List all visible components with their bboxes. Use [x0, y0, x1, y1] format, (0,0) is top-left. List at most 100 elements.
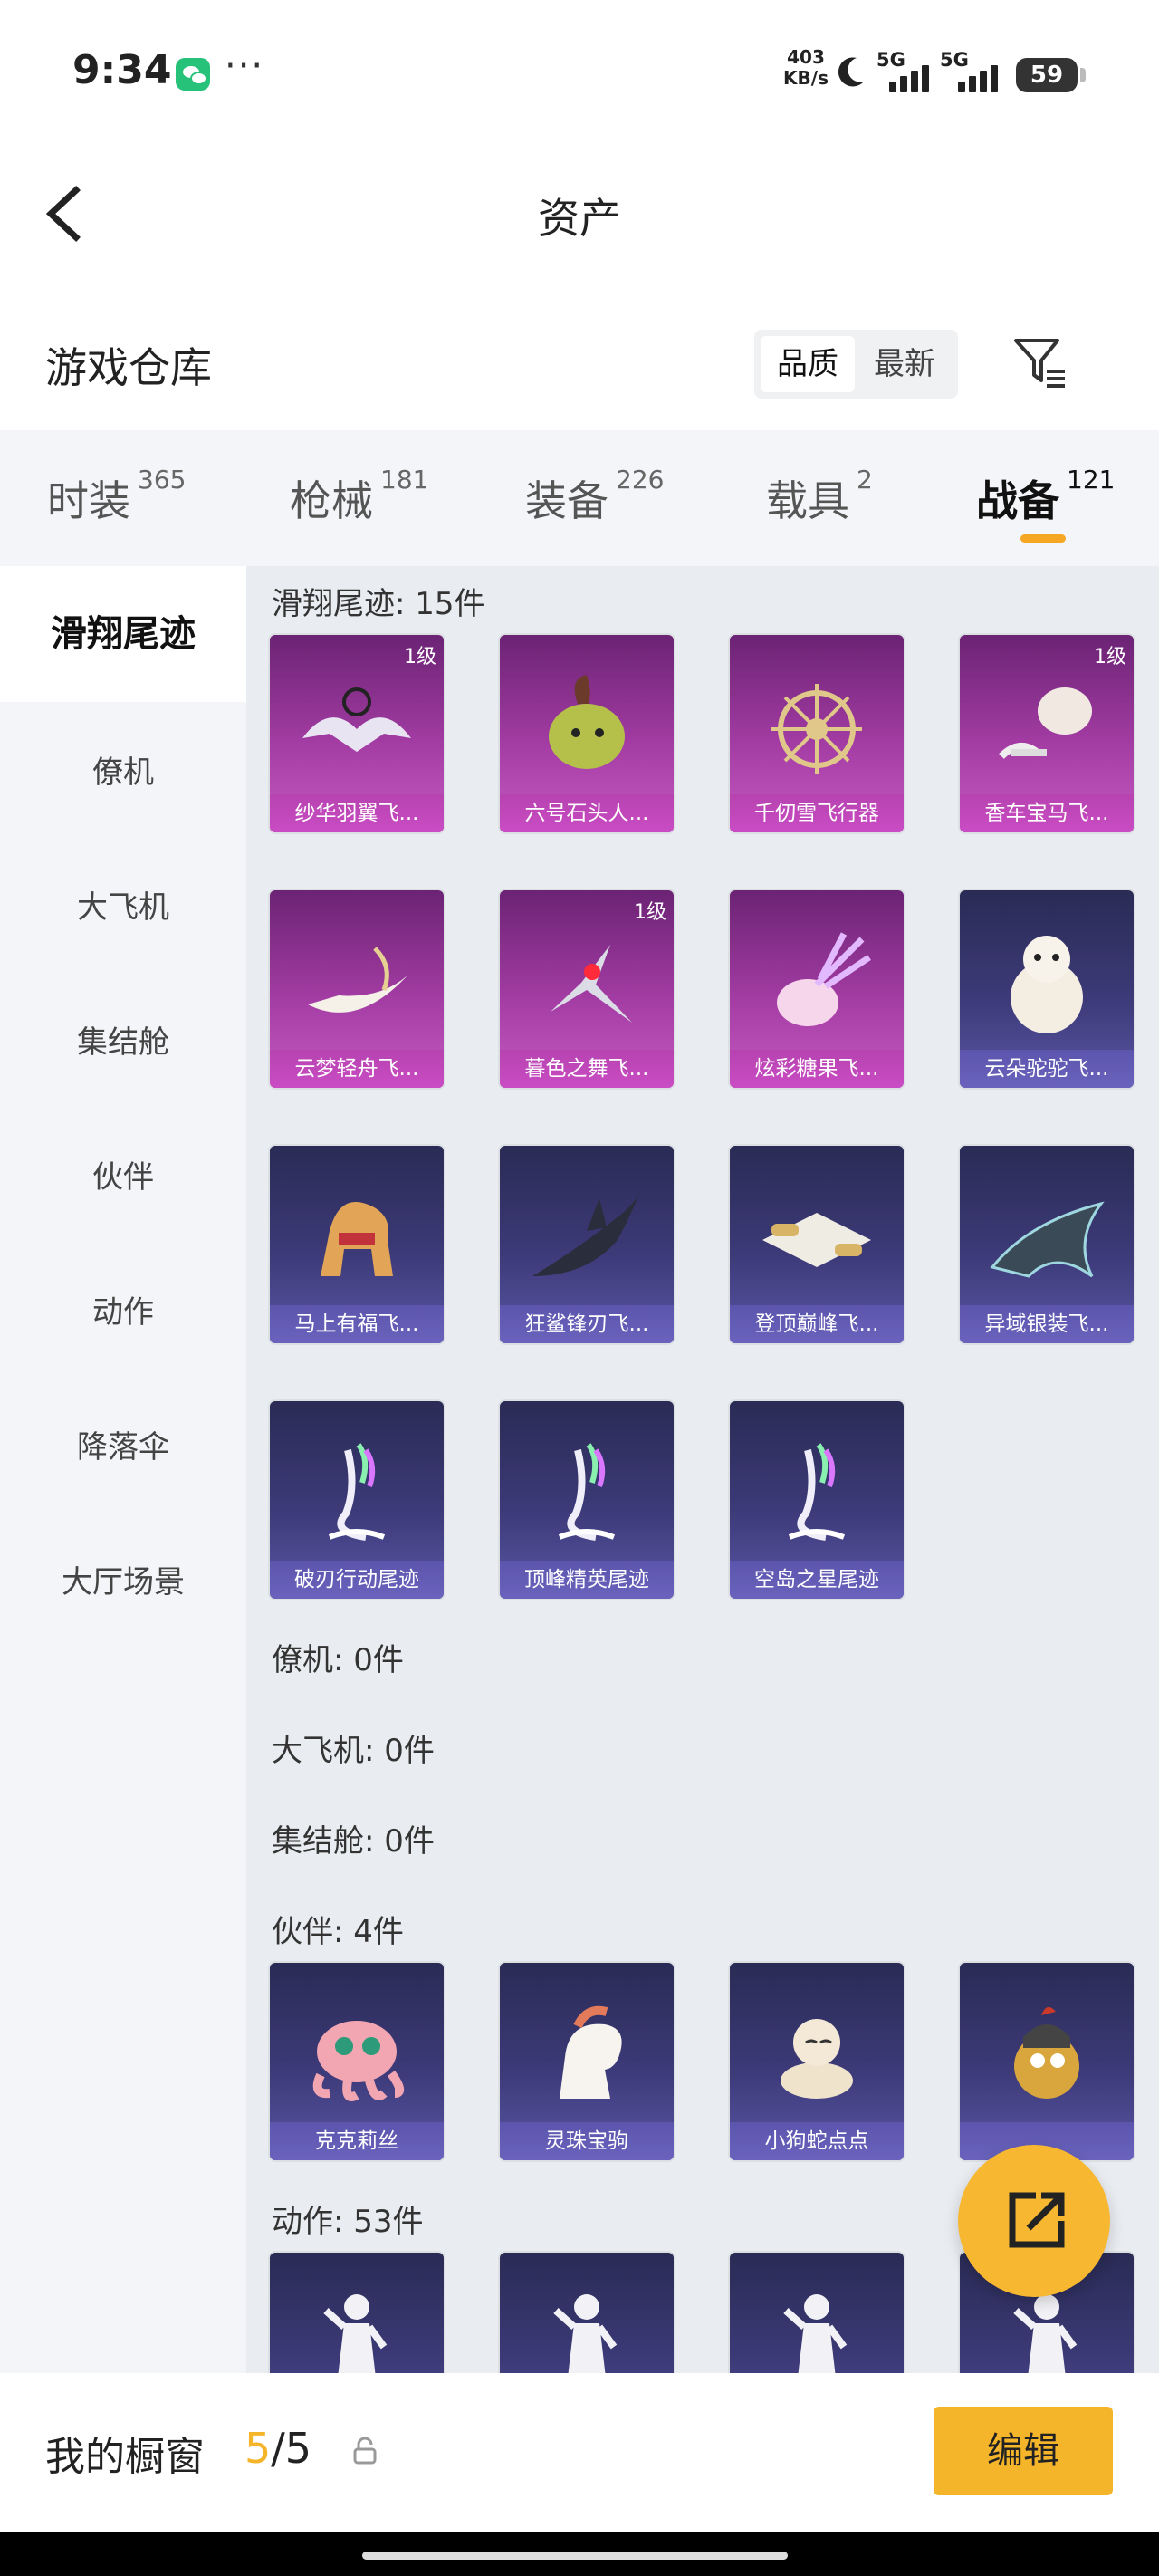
showcase-count-current: 5	[244, 2424, 272, 2473]
item-card[interactable]: 千仞雪飞行器	[730, 635, 904, 832]
item-card[interactable]: 克克莉丝	[270, 1963, 444, 2160]
sidebar: 滑翔尾迹 僚机 大飞机 集结舱 伙伴 动作 降落伞 大厅场景	[0, 566, 246, 2378]
item-card[interactable]	[960, 1963, 1134, 2160]
category-count-label: 大飞机: 0件	[272, 1733, 435, 1769]
item-card[interactable]: 1级 纱华羽翼飞...	[270, 635, 444, 832]
item-name: 云梦轻舟飞...	[270, 1050, 444, 1088]
tab-war-prep[interactable]: 战备 121	[976, 465, 1116, 541]
item-card[interactable]: 顶峰精英尾迹	[500, 1401, 674, 1599]
share-button[interactable]	[958, 2145, 1110, 2297]
sim2-label: 5G	[940, 49, 969, 71]
tab-equipment[interactable]: 装备 226	[525, 465, 665, 541]
showcase-label: 我的橱窗	[45, 2434, 205, 2480]
home-indicator[interactable]	[362, 2552, 788, 2560]
tab-count: 181	[380, 465, 429, 495]
item-name: 纱华羽翼飞...	[270, 794, 444, 832]
warehouse-header: 游戏仓库 品质 最新	[0, 308, 1159, 426]
category-count-label: 集结舱: 0件	[272, 1823, 435, 1860]
sidebar-item-emote[interactable]: 动作	[0, 1287, 246, 1331]
sort-quality-button[interactable]: 品质	[761, 336, 855, 392]
item-card[interactable]: 小狗蛇点点	[730, 1963, 904, 2160]
item-name: 暮色之舞飞...	[500, 1050, 674, 1088]
item-card[interactable]: 六号石头人...	[500, 635, 674, 832]
signal-icon: 5G	[876, 49, 945, 94]
category-count-label: 伙伴: 4件	[272, 1914, 404, 1950]
item-card[interactable]: 马上有福飞...	[270, 1146, 444, 1343]
item-name: 六号石头人...	[500, 794, 674, 832]
item-name: 炫彩糖果飞...	[730, 1050, 904, 1088]
net-speed: 403 KB/s	[779, 47, 833, 89]
tab-label: 时装	[47, 476, 130, 525]
category-count-label: 动作: 53件	[272, 2204, 424, 2240]
item-name: 狂鲨锋刃飞...	[500, 1305, 674, 1343]
tab-fashion[interactable]: 时装 365	[47, 465, 187, 541]
item-name: 香车宝马飞...	[960, 794, 1134, 832]
tab-firearms[interactable]: 枪械 181	[290, 465, 429, 541]
share-external-icon	[1009, 2192, 1065, 2248]
category-count-label: 滑翔尾迹: 15件	[272, 586, 485, 622]
item-name: 灵珠宝驹	[500, 2122, 674, 2160]
lock-icon	[353, 2437, 377, 2465]
item-name: 马上有福飞...	[270, 1305, 444, 1343]
item-name: 小狗蛇点点	[730, 2122, 904, 2160]
net-speed-unit: KB/s	[783, 67, 829, 89]
status-time: 9:34	[72, 47, 172, 93]
more-dots: ···	[225, 45, 265, 87]
tab-vehicles[interactable]: 载具 2	[766, 465, 873, 541]
nav-bar: 资产	[0, 145, 1159, 281]
sim1-label: 5G	[876, 49, 905, 71]
signal-icon-2: 5G	[940, 49, 1009, 94]
sort-newest-button[interactable]: 最新	[857, 336, 952, 392]
status-bar: 9:34 ··· 403 KB/s 5G 5G 59	[0, 0, 1159, 145]
moon-icon	[838, 57, 864, 87]
sidebar-item-companion[interactable]: 伙伴	[0, 1152, 246, 1197]
tab-label: 装备	[525, 476, 608, 525]
sidebar-item-parachute[interactable]: 降落伞	[0, 1422, 246, 1466]
sidebar-item-lobby-scene[interactable]: 大厅场景	[0, 1557, 246, 1601]
tab-label: 枪械	[290, 476, 373, 525]
item-name: 顶峰精英尾迹	[500, 1561, 674, 1599]
item-card[interactable]: 云朵驼驼飞...	[960, 890, 1134, 1088]
item-grid: 滑翔尾迹: 15件 1级 纱华羽翼飞... 六号石头人... 千仞雪飞行器 1级 香车宝马飞…	[246, 566, 1159, 2373]
active-tab-indicator	[1020, 534, 1066, 543]
item-name: 克克莉丝	[270, 2122, 444, 2160]
category-count-label: 僚机: 0件	[272, 1642, 404, 1678]
filter-icon[interactable]	[1011, 333, 1068, 391]
item-card[interactable]: 云梦轻舟飞...	[270, 890, 444, 1088]
item-card[interactable]	[730, 2253, 904, 2373]
item-name: 空岛之星尾迹	[730, 1561, 904, 1599]
edit-button[interactable]: 编辑	[934, 2407, 1113, 2495]
item-name: 异域银装飞...	[960, 1305, 1134, 1343]
item-card[interactable]: 炫彩糖果飞...	[730, 890, 904, 1088]
category-tabs: 时装 365 枪械 181 装备 226 载具 2 战备 121	[0, 430, 1159, 566]
sidebar-item-wingman[interactable]: 僚机	[0, 747, 246, 792]
item-name: 云朵驼驼飞...	[960, 1050, 1134, 1088]
sidebar-item-glide-trail[interactable]: 滑翔尾迹	[0, 566, 246, 702]
sidebar-item-assembly-pod[interactable]: 集结舱	[0, 1017, 246, 1062]
item-card[interactable]: 灵珠宝驹	[500, 1963, 674, 2160]
item-card[interactable]: 异域银装飞...	[960, 1146, 1134, 1343]
item-name: 千仞雪飞行器	[730, 794, 904, 832]
page-title: 资产	[538, 194, 621, 243]
item-card[interactable]: 1级 暮色之舞飞...	[500, 890, 674, 1088]
item-card[interactable]	[270, 2253, 444, 2373]
item-card[interactable]: 狂鲨锋刃飞...	[500, 1146, 674, 1343]
item-card[interactable]: 1级 香车宝马飞...	[960, 635, 1134, 832]
tab-count: 365	[138, 465, 187, 495]
sidebar-item-big-plane[interactable]: 大飞机	[0, 882, 246, 927]
tab-label: 载具	[766, 476, 849, 525]
item-name: 破刃行动尾迹	[270, 1561, 444, 1599]
item-card[interactable]: 空岛之星尾迹	[730, 1401, 904, 1599]
tab-count: 2	[857, 465, 873, 495]
item-card[interactable]: 破刃行动尾迹	[270, 1401, 444, 1599]
showcase-count-sep: /	[271, 2424, 285, 2473]
tab-count: 226	[616, 465, 665, 495]
battery-icon: 59	[1016, 58, 1086, 92]
tab-count: 121	[1067, 465, 1116, 495]
showcase-count-total: 5	[284, 2424, 312, 2473]
item-card[interactable]	[500, 2253, 674, 2373]
item-name: 登顶巅峰飞...	[730, 1305, 904, 1343]
showcase-bar: 我的橱窗 5/5 编辑	[0, 2373, 1159, 2532]
sort-toggle: 品质 最新	[754, 330, 958, 399]
item-card[interactable]: 登顶巅峰飞...	[730, 1146, 904, 1343]
